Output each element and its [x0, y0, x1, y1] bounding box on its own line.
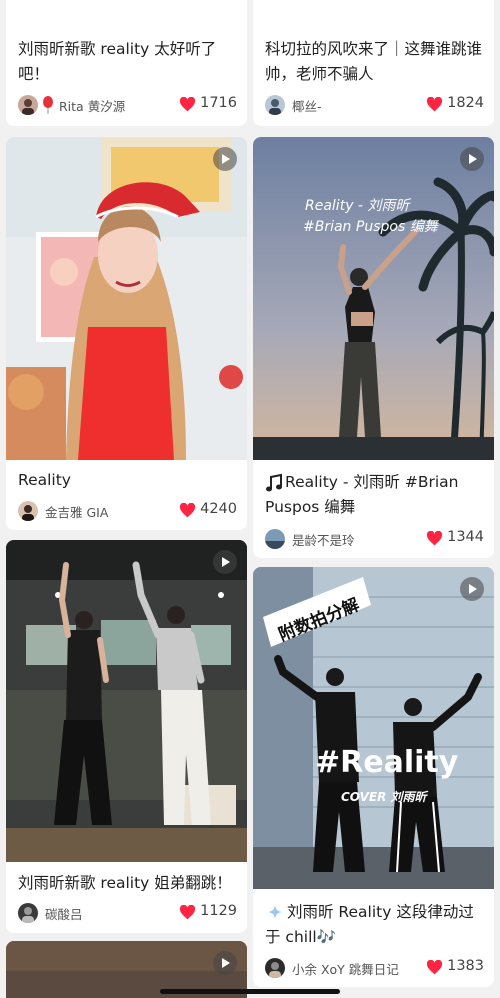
avatar[interactable]: [265, 529, 285, 549]
overlay-text: #Brian Puspos 编舞: [303, 219, 440, 235]
overlay-text: COVER 刘雨昕: [341, 790, 428, 804]
cover-image[interactable]: 附数拍分解 #Reality COVER 刘雨昕: [253, 567, 494, 889]
avatar[interactable]: [18, 501, 38, 521]
heart-icon: [426, 97, 443, 112]
video-icon: [213, 951, 237, 975]
heart-icon: [426, 531, 443, 546]
video-icon: [213, 147, 237, 171]
note-title: 科切拉的风吹来了｜这舞谁跳谁帅，老师不骗人: [265, 40, 483, 83]
like-button[interactable]: 1383: [426, 958, 484, 978]
author-name[interactable]: 椰丝-: [292, 96, 322, 115]
music-notes-emoji: 🎶: [316, 928, 337, 946]
note-meta: 椰丝- 1824: [265, 95, 484, 117]
video-icon: [460, 577, 484, 601]
note-meta: 碳酸吕 1129: [18, 903, 237, 925]
like-button[interactable]: 1129: [179, 903, 237, 923]
avatar[interactable]: [18, 95, 38, 115]
like-button[interactable]: 4240: [179, 501, 237, 521]
heart-icon: [179, 905, 196, 920]
like-count: 1824: [447, 95, 484, 111]
like-count: 1129: [200, 903, 237, 919]
cover-image[interactable]: [6, 540, 247, 862]
like-count: 4240: [200, 501, 237, 517]
like-count: 1383: [447, 958, 484, 974]
overlay-text: #Reality: [315, 745, 459, 780]
author-name[interactable]: 碳酸吕: [45, 904, 83, 923]
author-name[interactable]: 金吉雅 GIA: [45, 502, 108, 521]
note-title: 刘雨昕 Reality 这段律动过于 chill🎶: [265, 903, 474, 946]
note-card[interactable]: 附数拍分解 #Reality COVER 刘雨昕 刘雨昕 Reality 这段律…: [253, 567, 494, 987]
note-meta: 是龄不是玲 1344: [265, 529, 484, 551]
heart-icon: [426, 960, 443, 975]
note-title: 刘雨昕新歌 reality 姐弟翻跳！: [18, 874, 232, 892]
heart-icon: [179, 503, 196, 518]
note-title: Reality: [18, 471, 71, 489]
note-meta: Rita 黄汐源 1716: [18, 95, 237, 117]
note-card[interactable]: Reality 金吉雅 GIA 4240: [6, 137, 247, 530]
like-count: 1344: [447, 529, 484, 545]
note-meta: 小余 XoY 跳舞日记 1383: [265, 958, 484, 980]
avatar[interactable]: [265, 95, 285, 115]
avatar[interactable]: [265, 958, 285, 978]
author-name[interactable]: Rita 黄汐源: [59, 96, 125, 115]
note-card[interactable]: 刘雨昕新歌 reality 太好听了吧！ Rita 黄汐源 1716: [6, 0, 247, 126]
note-title: Reality - 刘雨昕 #Brian Puspos 编舞: [265, 473, 459, 516]
note-card[interactable]: 科切拉的风吹来了｜这舞谁跳谁帅，老师不骗人 椰丝- 1824: [253, 0, 494, 126]
home-indicator: [160, 989, 340, 994]
author-name[interactable]: 小余 XoY 跳舞日记: [292, 959, 399, 978]
note-meta: 金吉雅 GIA 4240: [18, 501, 237, 523]
like-button[interactable]: 1344: [426, 529, 484, 549]
avatar[interactable]: [18, 903, 38, 923]
like-count: 1716: [200, 95, 237, 111]
video-icon: [460, 147, 484, 171]
cover-image[interactable]: Reality - 刘雨昕 #Brian Puspos 编舞: [253, 137, 494, 460]
heart-icon: [179, 97, 196, 112]
cover-image[interactable]: [6, 137, 247, 460]
video-icon: [213, 550, 237, 574]
like-button[interactable]: 1716: [179, 95, 237, 115]
author-name[interactable]: 是龄不是玲: [292, 530, 355, 549]
like-button[interactable]: 1824: [426, 95, 484, 115]
note-title: 刘雨昕新歌 reality 太好听了吧！: [18, 40, 217, 83]
balloon-icon: [42, 95, 54, 115]
overlay-text: Reality - 刘雨昕: [305, 198, 411, 214]
note-card[interactable]: 刘雨昕新歌 reality 姐弟翻跳！ 碳酸吕 1129: [6, 540, 247, 933]
note-card[interactable]: Reality - 刘雨昕 #Brian Puspos 编舞 Reality -…: [253, 137, 494, 558]
